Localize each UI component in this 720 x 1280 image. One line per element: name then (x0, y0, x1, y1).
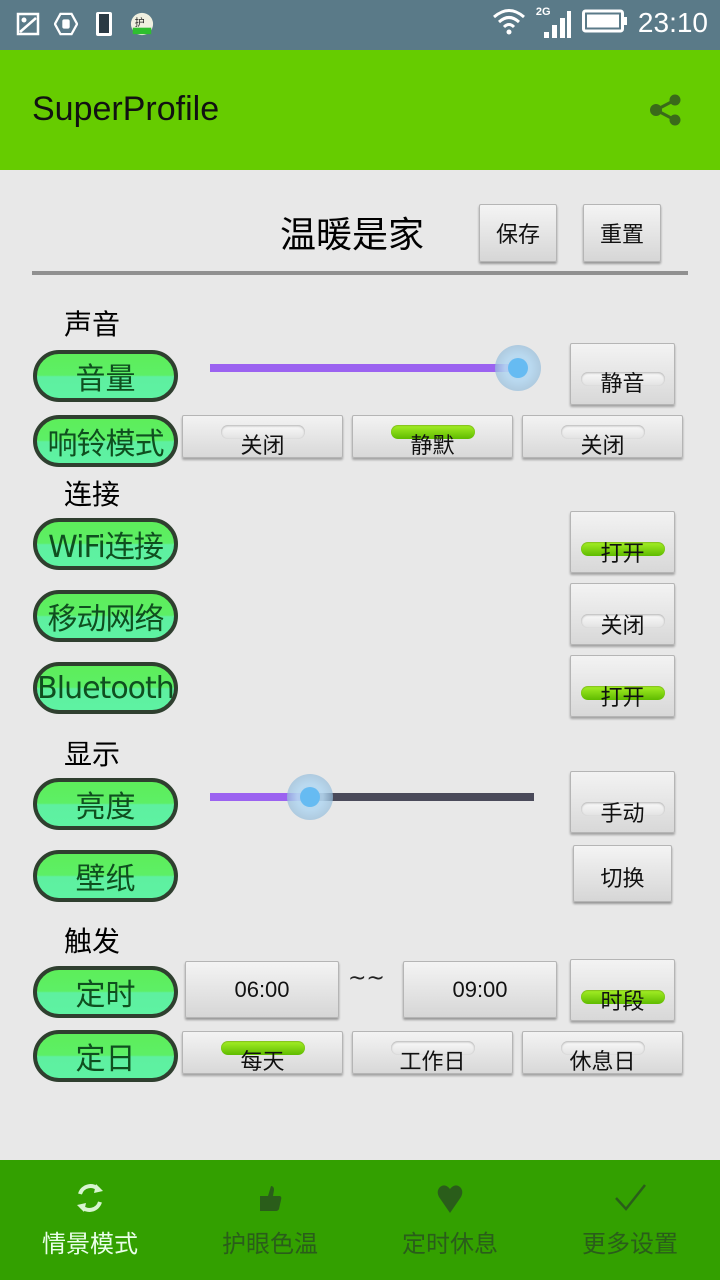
profile-name[interactable]: 温暖是家 (280, 206, 424, 258)
clock: 23:10 (637, 7, 708, 38)
bluetooth-label[interactable]: Bluetooth (33, 662, 178, 714)
day-option-label: 工作日 (399, 1050, 466, 1075)
ringer-mode-label[interactable]: 响铃模式 (33, 415, 178, 467)
nav-label: 护眼色温 (222, 1230, 318, 1258)
brightness-slider-thumb[interactable] (287, 774, 333, 820)
day-option-restday[interactable]: 休息日 (522, 1031, 683, 1075)
volume-slider-thumb[interactable] (495, 345, 541, 391)
section-title-trigger: 触发 (64, 925, 121, 958)
volume-label[interactable]: 音量 (33, 350, 178, 402)
time-period-label: 时段 (600, 990, 645, 1015)
app-bar: SuperProfile (0, 50, 720, 170)
section-title-display: 显示 (64, 738, 121, 771)
wallpaper-switch-button[interactable]: 切换 (573, 845, 672, 902)
signal-icon: 2G (536, 6, 572, 40)
brightness-slider[interactable] (210, 774, 534, 820)
ringer-option-silent[interactable]: 静默 (352, 415, 513, 459)
wifi-state-label: 打开 (600, 542, 645, 567)
day-option-workday[interactable]: 工作日 (352, 1031, 513, 1075)
refresh-icon (72, 1180, 108, 1216)
checkmark-icon (612, 1180, 648, 1216)
battery-icon (581, 8, 628, 38)
mobile-network-state-label: 关闭 (600, 614, 645, 639)
ringer-option-label: 关闭 (240, 434, 285, 459)
wifi-toggle[interactable]: 打开 (570, 511, 675, 573)
ringer-option-label: 关闭 (580, 434, 625, 459)
save-button[interactable]: 保存 (479, 204, 557, 262)
ringer-option-label: 静默 (410, 434, 455, 459)
ringer-option-off-1[interactable]: 关闭 (182, 415, 343, 459)
time-range-separator: ~~ (348, 966, 385, 991)
time-period-toggle[interactable]: 时段 (570, 959, 675, 1021)
volume-slider[interactable] (210, 345, 541, 391)
phone-icon (92, 12, 116, 36)
hand-block-icon (54, 12, 78, 36)
day-option-everyday[interactable]: 每天 (182, 1031, 343, 1075)
day-schedule-label[interactable]: 定日 (33, 1030, 178, 1082)
nav-item-eye-care[interactable]: 护眼色温 (180, 1160, 360, 1280)
timer-label[interactable]: 定时 (33, 966, 178, 1018)
start-time-button[interactable]: 06:00 (185, 961, 339, 1018)
brightness-label[interactable]: 亮度 (33, 778, 178, 830)
wifi-label[interactable]: WiFi连接 (33, 518, 178, 570)
bluetooth-state-label: 打开 (600, 686, 645, 711)
brightness-mode-toggle[interactable]: 手动 (570, 771, 675, 833)
app-title: SuperProfile (32, 90, 220, 128)
nav-item-profiles[interactable]: 情景模式 (0, 1160, 180, 1280)
mute-toggle[interactable]: 静音 (570, 343, 675, 405)
thumbs-up-icon (252, 1180, 288, 1216)
section-title-connection: 连接 (64, 478, 121, 511)
eye-care-app-icon: 护 (130, 12, 154, 36)
wallpaper-label[interactable]: 壁纸 (33, 850, 178, 902)
mobile-network-label[interactable]: 移动网络 (33, 590, 178, 642)
nav-item-more-settings[interactable]: 更多设置 (540, 1160, 720, 1280)
gallery-icon (16, 12, 40, 36)
nav-item-rest-timer[interactable]: 定时休息 (360, 1160, 540, 1280)
bottom-navigation: 情景模式 护眼色温 定时休息 更多设置 (0, 1160, 720, 1280)
svg-text:护: 护 (135, 16, 145, 29)
reset-button[interactable]: 重置 (583, 204, 661, 262)
bluetooth-toggle[interactable]: 打开 (570, 655, 675, 717)
nav-label: 定时休息 (402, 1230, 498, 1258)
mute-label: 静音 (600, 372, 645, 397)
header-divider (32, 271, 688, 275)
ringer-option-off-2[interactable]: 关闭 (522, 415, 683, 459)
share-button[interactable] (648, 92, 684, 128)
section-title-sound: 声音 (64, 308, 121, 341)
wifi-icon (492, 7, 526, 39)
heart-icon (432, 1180, 468, 1216)
mobile-network-toggle[interactable]: 关闭 (570, 583, 675, 645)
day-option-label: 休息日 (569, 1050, 636, 1075)
volume-slider-fill (210, 364, 518, 372)
nav-label: 情景模式 (42, 1230, 138, 1258)
nav-label: 更多设置 (582, 1230, 678, 1258)
brightness-mode-label: 手动 (600, 802, 645, 827)
day-option-label: 每天 (240, 1050, 285, 1075)
end-time-button[interactable]: 09:00 (403, 961, 557, 1018)
share-icon (650, 94, 681, 126)
status-bar: 护 2G 23:10 (0, 0, 720, 50)
